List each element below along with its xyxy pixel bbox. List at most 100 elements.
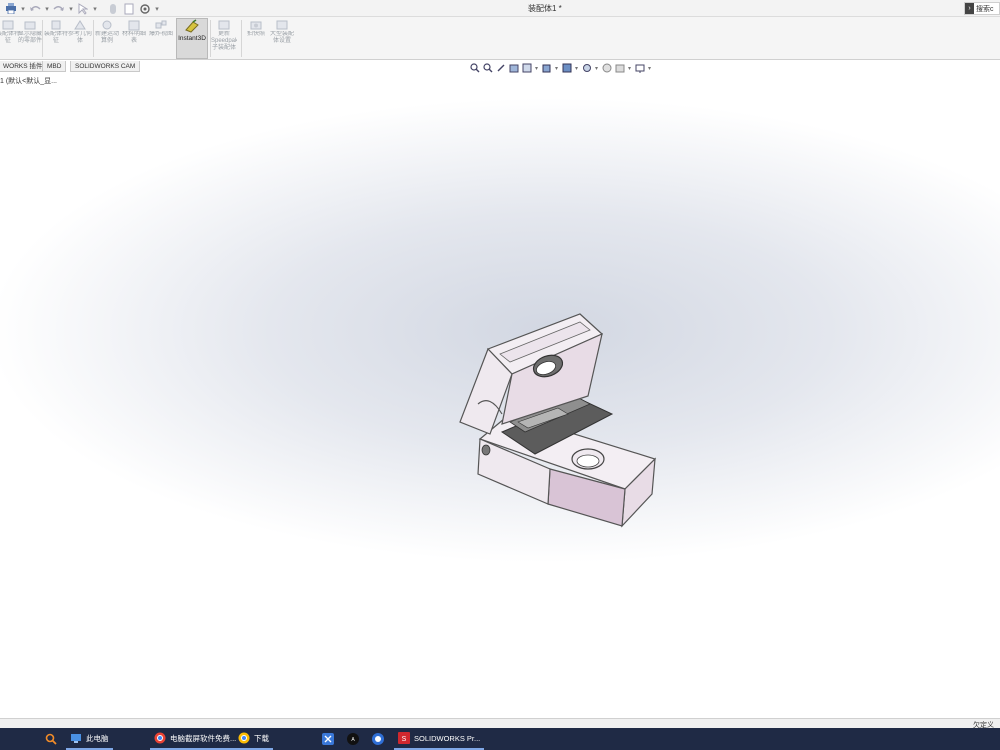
instant3d-label: Instant3D <box>178 35 206 42</box>
large-assembly-icon <box>276 20 288 30</box>
ribbon-label: 拍快照 <box>246 31 265 37</box>
app-circle-icon[interactable] <box>372 733 384 745</box>
quick-access-toolbar: ▾ ▾ ▾ ▾ ▾ <box>4 1 160 16</box>
task-this-pc[interactable]: 此电脑 <box>66 728 113 750</box>
zoom-to-fit-icon[interactable] <box>470 63 480 73</box>
ribbon-button-9[interactable]: 大型装配体设置 <box>270 19 294 58</box>
task-chrome-1[interactable]: 电脑截屏软件免费... <box>150 728 241 750</box>
print-button[interactable] <box>4 2 18 16</box>
search-icon <box>45 733 57 745</box>
bom-icon <box>128 20 140 31</box>
chevron-down-icon[interactable]: ▾ <box>595 65 599 72</box>
search-box[interactable]: › 搜索c <box>964 2 1000 15</box>
task-label: 此电脑 <box>86 733 109 743</box>
chevron-down-icon[interactable]: ▾ <box>20 2 26 16</box>
title-bar: ▾ ▾ ▾ ▾ ▾ 装配体1 * › 搜索c <box>0 0 1000 17</box>
windows-taskbar: 此电脑 电脑截屏软件免费... 下载 A S SOLIDWORKS Pr... <box>0 728 1000 750</box>
undo-button[interactable] <box>28 2 42 16</box>
ribbon-label: 材料明细表 <box>121 31 146 44</box>
section-view-icon[interactable] <box>509 63 519 73</box>
document-title: 装配体1 * <box>528 4 562 13</box>
select-button[interactable] <box>76 2 90 16</box>
explode-icon <box>155 20 167 29</box>
chrome-icon <box>238 732 250 744</box>
chevron-down-icon[interactable]: ▾ <box>648 65 652 72</box>
ribbon-button-1[interactable]: 显示隐藏的零部件 <box>18 19 42 58</box>
instant3d-button[interactable]: Instant3D <box>176 18 208 59</box>
command-manager-ribbon: 装配体特征 显示隐藏的零部件 装配体特征 参考几何体 新建运动算例 材料明细表 … <box>0 17 1000 60</box>
view-settings-icon[interactable] <box>635 63 645 73</box>
rebuild-icon <box>110 3 116 14</box>
ribbon-label: 爆炸视图 <box>148 31 173 37</box>
chevron-down-icon[interactable]: ▾ <box>628 65 632 72</box>
ribbon-button-6[interactable]: 爆炸视图 <box>149 19 173 58</box>
print-icon <box>6 3 16 14</box>
ribbon-label: 大型装配体设置 <box>269 31 294 44</box>
speedpak-icon <box>218 20 230 30</box>
options-button[interactable] <box>138 2 152 16</box>
task-solidworks[interactable]: S SOLIDWORKS Pr... <box>394 728 485 750</box>
ribbon-label: 新建运动算例 <box>94 31 119 44</box>
graphics-viewport[interactable] <box>0 72 1000 718</box>
chevron-down-icon[interactable]: ▾ <box>154 2 160 16</box>
task-label: 下载 <box>254 733 269 743</box>
cursor-icon <box>78 2 88 15</box>
svg-text:S: S <box>402 736 407 743</box>
view-orientation-icon[interactable] <box>542 63 552 73</box>
chevron-down-icon[interactable]: ▾ <box>535 65 539 72</box>
heads-up-view-toolbar: ▾ ▾ ▾ ▾ ▾ ▾ <box>470 62 652 74</box>
feature-tree-root[interactable]: 1 (默认<默认_显... <box>0 76 57 86</box>
ribbon-button-4[interactable]: 新建运动算例 <box>95 19 119 58</box>
apply-scene-icon[interactable] <box>615 63 625 73</box>
redo-icon <box>53 5 64 11</box>
ribbon-label: 参考几何体 <box>67 31 92 44</box>
snapshot-icon <box>250 21 262 30</box>
tab-solidworks-cam[interactable]: SOLIDWORKS CAM <box>70 61 141 72</box>
app-blue-icon[interactable] <box>322 733 334 745</box>
chevron-down-icon[interactable]: ▾ <box>575 65 579 72</box>
tab-mbd[interactable]: MBD <box>42 61 67 72</box>
solidworks-icon: S <box>398 732 410 744</box>
app-dark-icon[interactable]: A <box>347 733 359 745</box>
tab-addins[interactable]: WORKS 插件 <box>0 61 48 72</box>
chevron-down-icon[interactable]: ▾ <box>44 2 50 16</box>
command-icon: › <box>965 3 974 14</box>
dynamic-annotation-icon[interactable] <box>522 63 532 73</box>
zoom-area-icon[interactable] <box>483 63 493 73</box>
ribbon-button-8[interactable]: 拍快照 <box>244 19 268 58</box>
computer-icon <box>71 734 81 743</box>
document-icon <box>124 3 134 14</box>
previous-view-icon[interactable] <box>496 63 506 73</box>
redo-button[interactable] <box>52 2 66 16</box>
file-properties-button[interactable] <box>122 2 136 16</box>
search-placeholder: 搜索c <box>976 5 994 13</box>
ribbon-divider <box>241 20 242 57</box>
assembly-feature-icon <box>51 20 61 30</box>
ribbon-label: 装配体特征 <box>43 31 68 44</box>
ribbon-label: 显示隐藏的零部件 <box>17 31 42 44</box>
task-label: SOLIDWORKS Pr... <box>414 733 481 743</box>
gear-icon <box>140 3 150 14</box>
display-style-icon[interactable] <box>562 63 572 73</box>
instant3d-icon <box>185 19 199 33</box>
hide-show-items-icon[interactable] <box>582 63 592 73</box>
motion-study-icon <box>102 20 112 30</box>
rebuild-button[interactable] <box>106 2 120 16</box>
ribbon-button-2[interactable]: 装配体特征 <box>44 19 68 58</box>
chevron-down-icon[interactable]: ▾ <box>68 2 74 16</box>
chevron-down-icon[interactable]: ▾ <box>555 65 559 72</box>
assembly-model[interactable] <box>440 304 670 544</box>
task-label: 电脑截屏软件免费... <box>170 733 237 743</box>
edit-appearance-icon[interactable] <box>602 63 612 73</box>
taskbar-search-button[interactable] <box>40 728 62 750</box>
chevron-down-icon[interactable]: ▾ <box>92 2 98 16</box>
task-chrome-2[interactable]: 下载 <box>234 728 273 750</box>
ribbon-button-7[interactable]: 更新Speedpak子装配体 <box>211 19 237 58</box>
show-hidden-icon <box>24 21 36 30</box>
ribbon-button-5[interactable]: 材料明细表 <box>122 19 146 58</box>
ribbon-button-3[interactable]: 参考几何体 <box>68 19 92 58</box>
chrome-icon <box>154 732 166 744</box>
undo-icon <box>30 5 41 11</box>
status-bar: 欠定义 <box>0 718 1000 729</box>
insert-component-icon <box>2 20 14 30</box>
